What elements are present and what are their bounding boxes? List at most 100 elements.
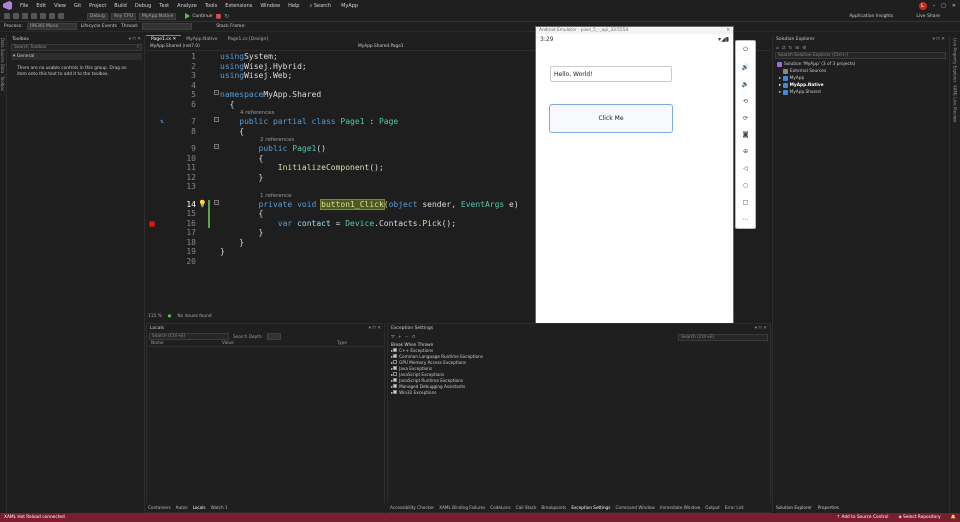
exception-checkbox[interactable]: [393, 390, 398, 394]
project-dropdown[interactable]: MyApp.Shared (net7.0): [146, 44, 354, 49]
exception-checkbox[interactable]: [393, 354, 398, 358]
restore-icon[interactable]: ↺: [411, 335, 415, 340]
tab-locals[interactable]: Locals: [193, 505, 206, 510]
more-icon[interactable]: ⋯: [743, 216, 749, 223]
tab-containers[interactable]: Containers: [148, 505, 171, 510]
settings-icon[interactable]: ⚙: [802, 46, 806, 51]
home-icon[interactable]: ⌂: [776, 46, 779, 51]
exception-checkbox[interactable]: [393, 366, 398, 370]
toolbox-tab[interactable]: Toolbox: [0, 76, 5, 91]
continue-button[interactable]: Continue: [185, 13, 213, 19]
redo-icon[interactable]: [58, 13, 64, 19]
add-source-control-button[interactable]: ↑ Add to Source Control: [836, 515, 888, 520]
tree-item-myapp-shared[interactable]: ▸ MyApp.Shared: [777, 89, 948, 96]
config-select[interactable]: Debug: [87, 12, 108, 20]
save-icon[interactable]: [31, 13, 37, 19]
close-icon[interactable]: ✕: [952, 3, 956, 9]
platform-select[interactable]: Any CPU: [110, 12, 136, 20]
tab-page1-design[interactable]: Page1.cs [Design]: [223, 35, 274, 43]
volume-down-icon[interactable]: 🔉: [742, 81, 749, 88]
solution-search-input[interactable]: Search Solution Explorer (Ctrl+;): [775, 52, 946, 59]
remove-icon[interactable]: −: [405, 335, 409, 340]
zoom-icon[interactable]: ⊕: [743, 148, 748, 155]
undo-icon[interactable]: [49, 13, 55, 19]
menu-debug[interactable]: Debug: [131, 3, 155, 9]
process-select[interactable]: [9636] Mono: [26, 23, 77, 30]
lifecycle-events-select[interactable]: Lifecycle Events: [81, 24, 117, 29]
menu-project[interactable]: Project: [85, 3, 110, 9]
tab-immediate-window[interactable]: Immediate Window: [660, 505, 700, 510]
tab-call-stack[interactable]: Call Stack: [516, 505, 537, 510]
close-icon[interactable]: ✕: [172, 37, 176, 42]
exception-checkbox[interactable]: [393, 384, 398, 388]
exception-checkbox[interactable]: [393, 360, 398, 364]
menu-extensions[interactable]: Extensions: [221, 3, 256, 9]
tab-page1-cs[interactable]: Page1.cs ✕: [146, 35, 182, 43]
toolbox-search-input[interactable]: Search Toolbox ⌕: [11, 44, 142, 51]
lightbulb-icon[interactable]: 💡: [198, 200, 207, 210]
rotate-left-icon[interactable]: ⟲: [743, 98, 748, 105]
menu-test[interactable]: Test: [155, 3, 173, 9]
menu-view[interactable]: View: [50, 3, 70, 9]
menu-build[interactable]: Build: [110, 3, 131, 9]
tree-item-myapp[interactable]: ▸ MyApp: [777, 75, 948, 82]
menu-window[interactable]: Window: [256, 3, 284, 9]
panel-controls-icon[interactable]: ▾ ⊓ ✕: [755, 326, 767, 331]
collapse-icon[interactable]: ⊟: [795, 46, 799, 51]
select-repository-button[interactable]: ◈ Select Repository: [898, 515, 940, 520]
xaml-live-preview-tab[interactable]: XAML Live Preview: [953, 85, 958, 122]
exception-checkbox[interactable]: [393, 348, 398, 352]
menu-git[interactable]: Git: [70, 3, 85, 9]
search-depth-select[interactable]: [266, 333, 281, 340]
back-icon[interactable]: [4, 13, 10, 19]
issues-indicator[interactable]: No issues found: [177, 314, 211, 319]
tree-solution[interactable]: Solution 'MyApp' (3 of 3 projects): [777, 61, 948, 68]
tab-solution-explorer[interactable]: Solution Explorer: [776, 505, 812, 510]
power-icon[interactable]: ⏻: [743, 46, 748, 54]
add-icon[interactable]: +: [398, 335, 402, 340]
stop-icon[interactable]: ■: [216, 13, 222, 20]
exception-checkbox[interactable]: [393, 378, 398, 382]
minimize-icon[interactable]: –: [933, 3, 936, 9]
tab-myapp-native[interactable]: MyApp.Native: [181, 35, 222, 43]
exception-checkbox[interactable]: [393, 372, 398, 376]
locals-search-input[interactable]: Search (Ctrl+E): [149, 333, 229, 340]
home-icon[interactable]: ○: [743, 182, 748, 189]
tree-item-external[interactable]: External Sources: [777, 68, 948, 75]
refresh-icon[interactable]: ↻: [789, 46, 793, 51]
click-me-button[interactable]: Click Me: [549, 104, 673, 133]
forward-icon[interactable]: [13, 13, 19, 19]
notifications-icon[interactable]: 🔔: [951, 515, 956, 520]
menu-edit[interactable]: Edit: [32, 3, 50, 9]
menu-tools[interactable]: Tools: [201, 3, 221, 9]
zoom-level[interactable]: 115 %: [148, 314, 162, 319]
filter-icon[interactable]: ⛛: [391, 334, 395, 340]
inheritance-icon[interactable]: ⇅: [160, 117, 164, 127]
close-icon[interactable]: ✕: [726, 28, 733, 33]
rotate-right-icon[interactable]: ⟳: [743, 115, 748, 122]
sync-icon[interactable]: ⇄: [782, 46, 786, 51]
breakpoint-icon[interactable]: [149, 220, 155, 227]
overview-icon[interactable]: □: [743, 199, 749, 206]
tab-properties[interactable]: Properties: [818, 505, 839, 510]
hot-reload-status[interactable]: XAML Hot Reload connected: [4, 515, 65, 520]
app-insights-button[interactable]: Application Insights: [849, 14, 913, 19]
fold-toggle[interactable]: −: [214, 199, 219, 205]
toolbox-group-general[interactable]: ▾ General: [11, 53, 142, 60]
back-icon[interactable]: ◁: [743, 165, 748, 172]
exception-category[interactable]: ▸ Win32 Exceptions: [388, 389, 770, 395]
tab-watch-1[interactable]: Watch 1: [211, 505, 228, 510]
fold-toggle[interactable]: −: [214, 90, 219, 95]
class-dropdown[interactable]: MyApp.Shared.Page1: [354, 44, 562, 49]
live-share-button[interactable]: Live Share: [916, 14, 960, 19]
startup-project-select[interactable]: MyApp.Native: [139, 12, 177, 20]
fold-toggle[interactable]: −: [214, 117, 219, 122]
menu-analyze[interactable]: Analyze: [173, 3, 201, 9]
text-field[interactable]: Hello, World!: [550, 66, 672, 82]
tab-breakpoints[interactable]: Breakpoints: [541, 505, 566, 510]
exceptions-search-input[interactable]: Search (Ctrl+E): [678, 333, 768, 341]
search-button[interactable]: ⌕ Search: [309, 3, 331, 9]
live-property-explorer-tab[interactable]: Live Property Explorer: [953, 38, 958, 82]
thread-select[interactable]: [142, 23, 193, 30]
panel-controls-icon[interactable]: ▾ ⊓ ✕: [933, 37, 945, 42]
